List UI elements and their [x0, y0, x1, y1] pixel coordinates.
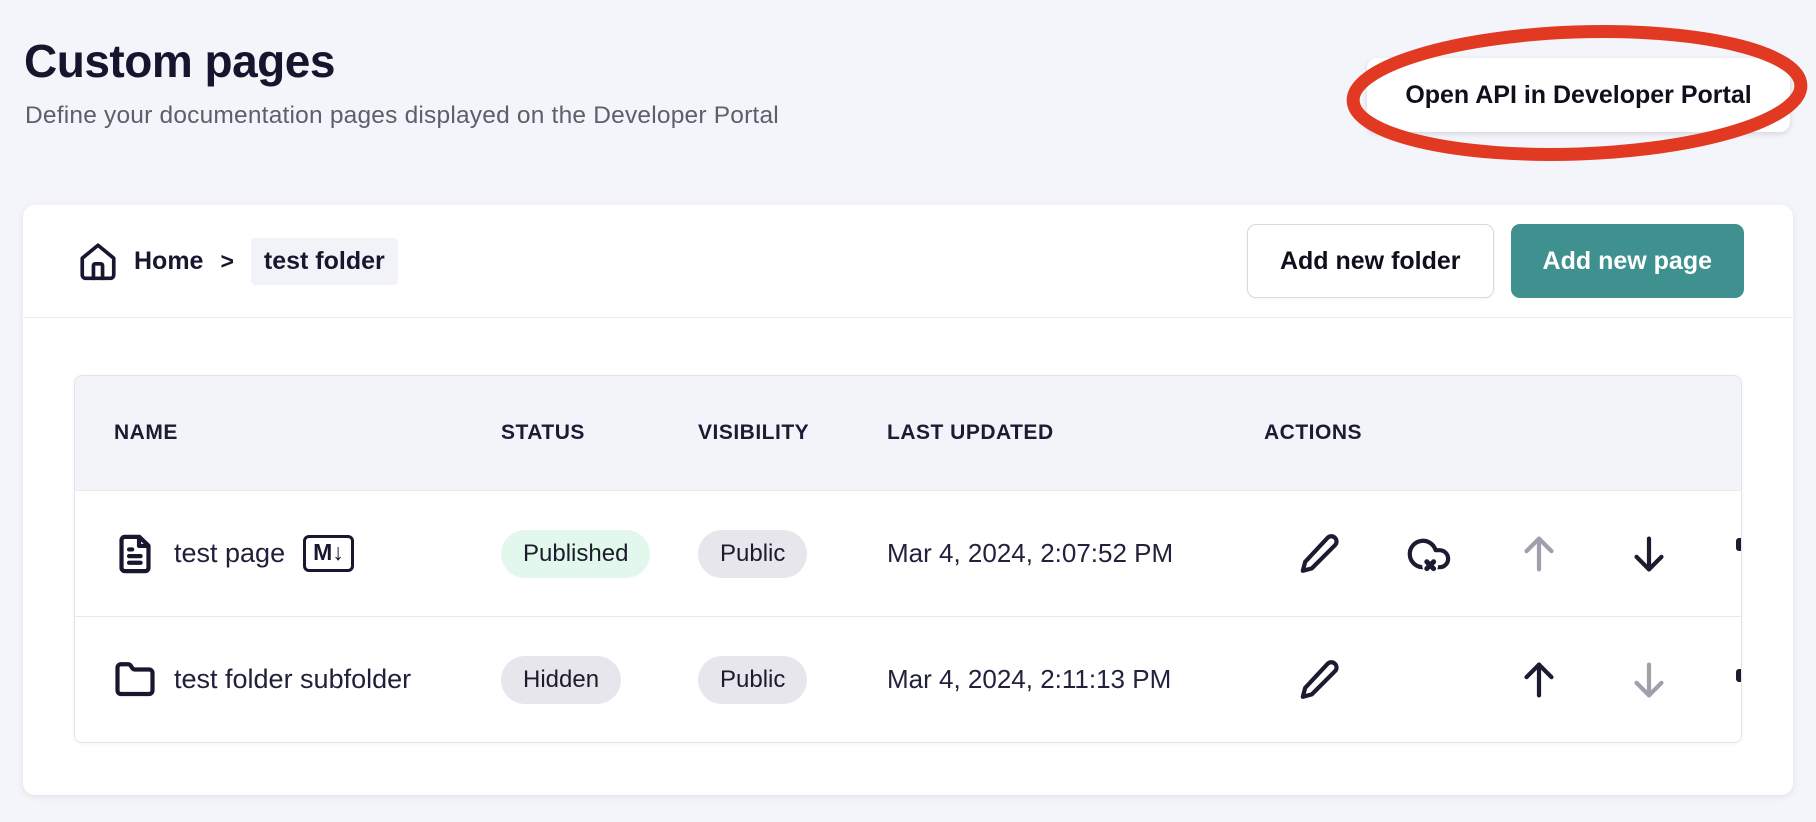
visibility-badge: Public	[698, 656, 807, 704]
add-new-page-button[interactable]: Add new page	[1511, 224, 1744, 298]
page-subtitle: Define your documentation pages displaye…	[25, 102, 779, 130]
custom-pages-screen: Custom pages Define your documentation p…	[0, 0, 1816, 822]
table-row-test-page: test page M↓ Published Public Mar 4, 202…	[75, 490, 1741, 616]
status-badge: Hidden	[501, 656, 621, 704]
toolbar: Add new folder Add new page	[1247, 224, 1744, 298]
pages-table: NAME STATUS VISIBILITY LAST UPDATED ACTI…	[74, 375, 1742, 743]
move-up-button[interactable]	[1512, 653, 1566, 707]
row-actions	[1264, 526, 1741, 582]
add-new-folder-button[interactable]: Add new folder	[1247, 224, 1494, 298]
column-header-last-updated: LAST UPDATED	[887, 421, 1264, 445]
last-updated-value: Mar 4, 2024, 2:11:13 PM	[887, 664, 1264, 695]
unpublish-cloud-icon-button[interactable]	[1399, 526, 1459, 582]
markdown-icon: M↓	[303, 535, 354, 572]
move-up-button[interactable]	[1512, 527, 1566, 581]
clipped-icon-fragment	[1736, 538, 1741, 551]
home-icon[interactable]	[77, 240, 119, 282]
folder-icon	[114, 658, 156, 702]
edit-button[interactable]	[1291, 652, 1347, 708]
panel-header: Home > test folder Add new folder Add ne…	[23, 205, 1793, 318]
status-badge: Published	[501, 530, 650, 578]
table-row-test-folder-subfolder: test folder subfolder Hidden Public Mar …	[75, 616, 1741, 742]
column-header-name: NAME	[114, 421, 501, 445]
column-header-status: STATUS	[501, 421, 698, 445]
breadcrumb: Home > test folder	[77, 238, 398, 285]
row-actions	[1264, 652, 1741, 708]
empty-action-slot	[1374, 652, 1484, 708]
row-name[interactable]: test page	[174, 538, 285, 569]
file-text-icon	[114, 532, 156, 576]
breadcrumb-separator: >	[220, 248, 233, 275]
column-header-visibility: VISIBILITY	[698, 421, 887, 445]
clipped-icon-fragment	[1736, 669, 1741, 682]
last-updated-value: Mar 4, 2024, 2:07:52 PM	[887, 538, 1264, 569]
breadcrumb-home-link[interactable]: Home	[134, 247, 203, 276]
table-header-row: NAME STATUS VISIBILITY LAST UPDATED ACTI…	[75, 376, 1741, 490]
row-name[interactable]: test folder subfolder	[174, 664, 411, 695]
visibility-badge: Public	[698, 530, 807, 578]
page-title: Custom pages	[24, 34, 335, 88]
open-api-developer-portal-button[interactable]: Open API in Developer Portal	[1367, 58, 1790, 132]
column-header-actions: ACTIONS	[1264, 421, 1741, 445]
breadcrumb-current-folder[interactable]: test folder	[251, 238, 398, 285]
move-down-button[interactable]	[1622, 527, 1676, 581]
move-down-button[interactable]	[1622, 653, 1676, 707]
custom-pages-panel: Home > test folder Add new folder Add ne…	[23, 205, 1793, 795]
edit-button[interactable]	[1291, 526, 1347, 582]
